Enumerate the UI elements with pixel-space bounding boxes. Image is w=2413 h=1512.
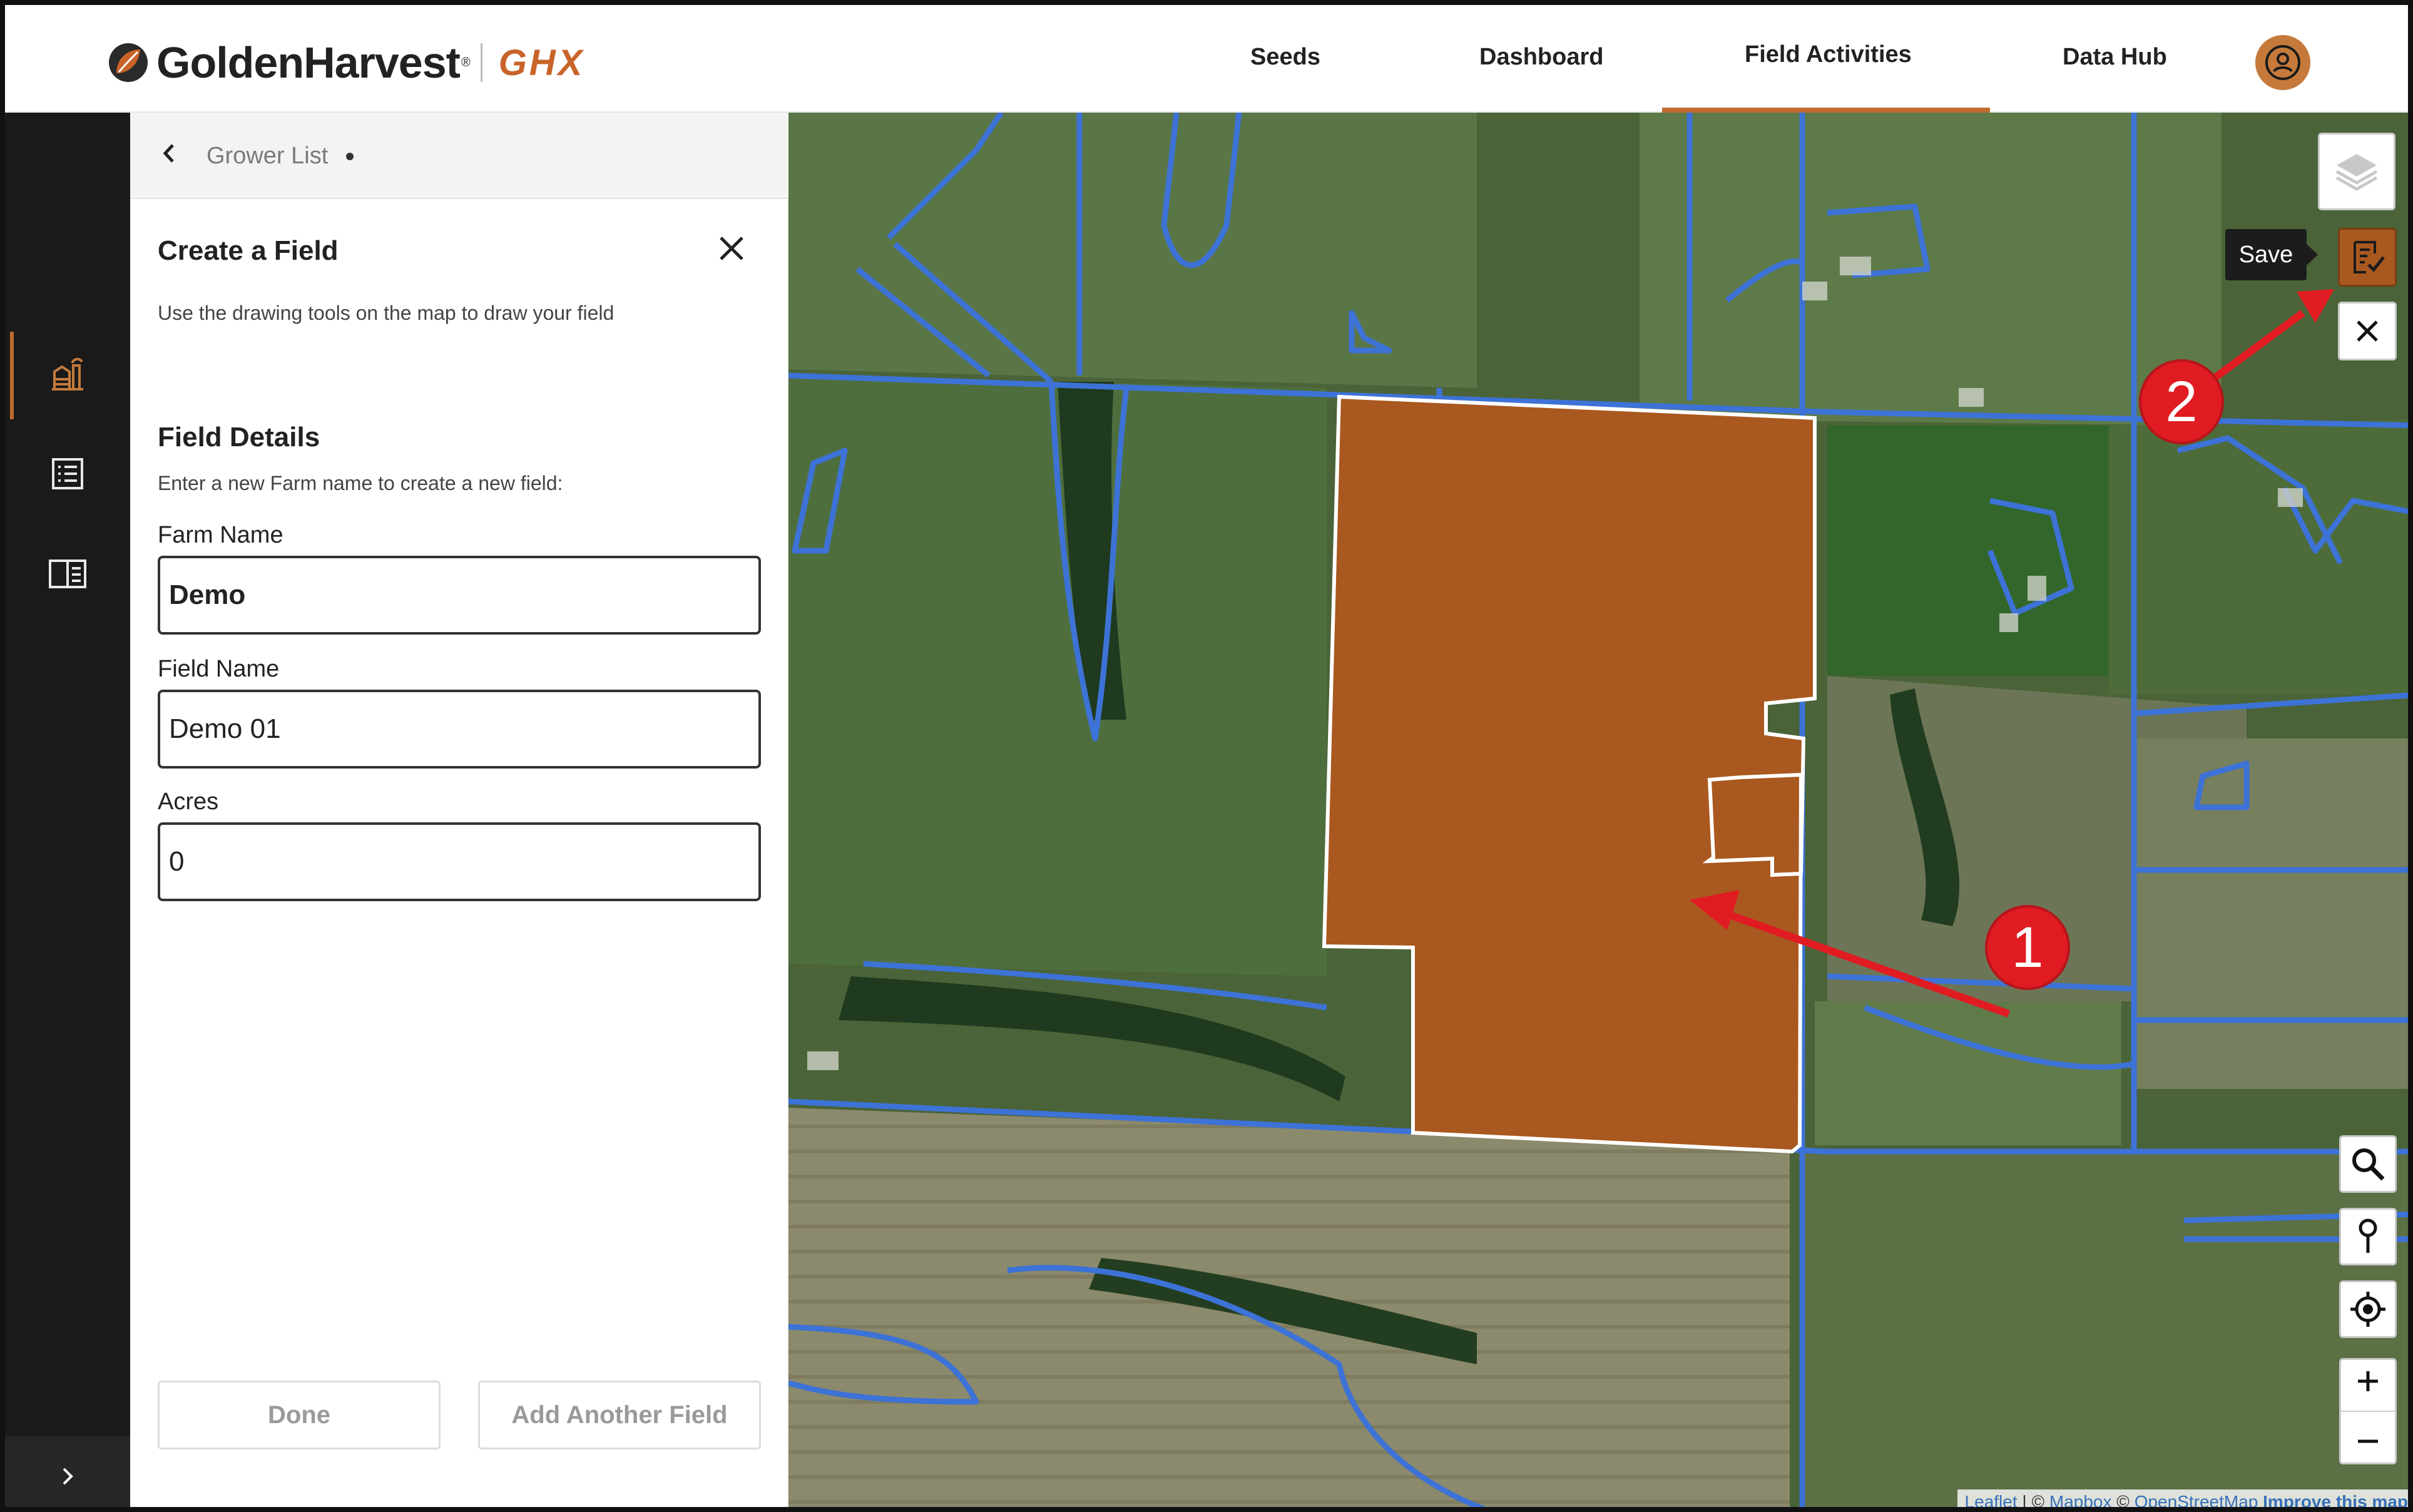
field-details-hint: Enter a new Farm name to create a new fi… bbox=[158, 472, 563, 494]
save-button[interactable] bbox=[2338, 228, 2397, 287]
top-header: GoldenHarvest ® GHX Seeds Dashboard Fiel… bbox=[5, 5, 2408, 113]
crosshair-icon bbox=[2350, 1292, 2385, 1327]
satellite-map bbox=[788, 113, 2408, 1507]
product-name: GHX bbox=[498, 42, 585, 83]
left-rail bbox=[5, 113, 130, 1507]
rail-list-button[interactable] bbox=[5, 433, 130, 514]
search-button[interactable] bbox=[2339, 1135, 2397, 1193]
active-nav-indicator bbox=[1662, 108, 1990, 113]
annotation-badge-2: 2 bbox=[2139, 359, 2224, 444]
attribution-separator: | © bbox=[2017, 1492, 2049, 1511]
nav-field-activities[interactable]: Field Activities bbox=[1745, 41, 1912, 68]
layers-icon bbox=[2335, 154, 2378, 191]
create-field-panel: Grower List Create a Field Use the drawi… bbox=[130, 113, 850, 1507]
map-view[interactable]: 1 2 Save Leaflet | © Mapbox © OpenStreet… bbox=[788, 113, 2408, 1511]
zoom-divider bbox=[2340, 1410, 2395, 1412]
zoom-in-plus-icon[interactable] bbox=[2354, 1367, 2382, 1395]
field-details-heading: Field Details bbox=[158, 422, 320, 452]
acres-field[interactable] bbox=[158, 822, 761, 901]
cancel-drawing-button[interactable] bbox=[2338, 302, 2397, 360]
close-icon bbox=[2357, 320, 2378, 342]
save-tooltip: Save bbox=[2225, 229, 2318, 280]
drop-pin-button[interactable] bbox=[2339, 1208, 2397, 1265]
acres-label: Acres bbox=[158, 789, 219, 815]
app-window: GoldenHarvest ® GHX Seeds Dashboard Fiel… bbox=[0, 0, 2413, 1512]
save-checklist-icon bbox=[2354, 241, 2385, 273]
done-button[interactable]: Done bbox=[158, 1381, 441, 1449]
openstreetmap-link[interactable]: OpenStreetMap bbox=[2135, 1492, 2258, 1507]
close-icon[interactable] bbox=[715, 232, 748, 265]
zoom-control bbox=[2339, 1358, 2397, 1464]
user-icon bbox=[2265, 45, 2300, 80]
farm-name-field[interactable] bbox=[158, 556, 761, 635]
logo-divider bbox=[480, 43, 482, 82]
map-attribution: Leaflet | © Mapbox © OpenStreetMap Impro… bbox=[1957, 1489, 2408, 1511]
map-pin-icon bbox=[2359, 1218, 2377, 1253]
breadcrumb-dot bbox=[346, 153, 354, 160]
rail-book-button[interactable] bbox=[5, 533, 130, 615]
search-icon bbox=[2352, 1148, 2385, 1181]
brand-logo[interactable]: GoldenHarvest ® GHX bbox=[108, 38, 584, 88]
book-icon bbox=[49, 559, 86, 588]
farm-icon bbox=[52, 357, 83, 391]
improve-map-link[interactable]: Improve this map bbox=[2263, 1492, 2408, 1507]
field-name-label: Field Name bbox=[158, 656, 280, 682]
chevron-left-icon[interactable] bbox=[154, 138, 185, 169]
nav-dashboard[interactable]: Dashboard bbox=[1479, 44, 1603, 71]
breadcrumb-grower-list[interactable]: Grower List bbox=[207, 143, 328, 170]
mapbox-link[interactable]: Mapbox bbox=[2049, 1492, 2112, 1507]
brand-registered-mark: ® bbox=[461, 55, 471, 69]
nav-data-hub[interactable]: Data Hub bbox=[2063, 44, 2167, 71]
rail-farm-button[interactable] bbox=[5, 333, 130, 414]
rail-expand-button[interactable] bbox=[5, 1436, 130, 1507]
nav-seeds[interactable]: Seeds bbox=[1250, 44, 1320, 71]
panel-instructions: Use the drawing tools on the map to draw… bbox=[158, 302, 615, 324]
leaf-logo-icon bbox=[109, 43, 148, 82]
field-name-field[interactable] bbox=[158, 690, 761, 769]
leaflet-link[interactable]: Leaflet bbox=[1965, 1492, 2018, 1507]
annotation-badge-1: 1 bbox=[1985, 905, 2070, 990]
chevron-right-icon bbox=[63, 1468, 73, 1485]
zoom-out-minus-icon[interactable] bbox=[2354, 1428, 2382, 1455]
panel-title: Create a Field bbox=[158, 235, 339, 266]
add-another-field-button[interactable]: Add Another Field bbox=[478, 1381, 761, 1449]
layers-button[interactable] bbox=[2318, 133, 2395, 210]
list-icon bbox=[52, 458, 83, 489]
farm-name-label: Farm Name bbox=[158, 522, 283, 548]
brand-name: GoldenHarvest bbox=[156, 38, 461, 87]
locate-me-button[interactable] bbox=[2339, 1280, 2397, 1338]
attribution-separator: © bbox=[2111, 1492, 2135, 1511]
user-avatar-button[interactable] bbox=[2255, 35, 2310, 90]
